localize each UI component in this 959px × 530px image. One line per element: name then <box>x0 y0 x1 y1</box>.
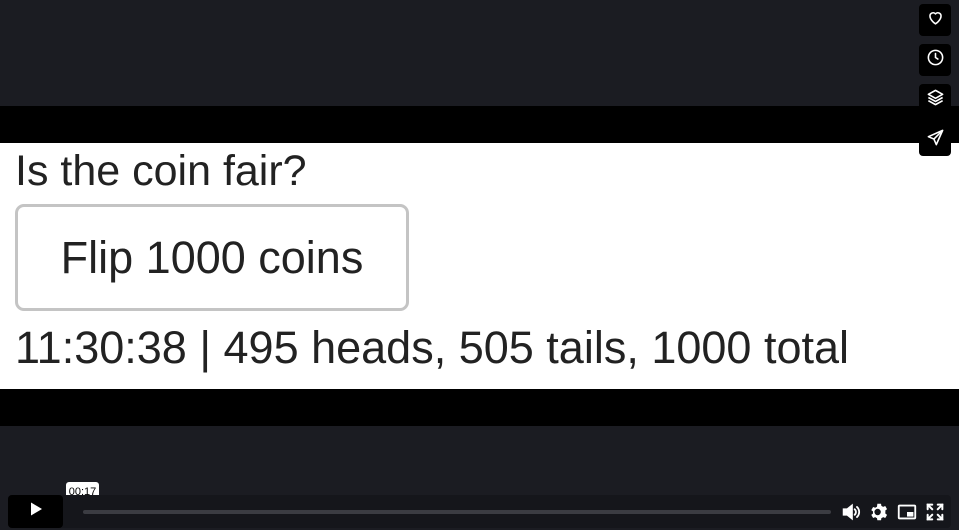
player-controls <box>8 495 951 528</box>
settings-button[interactable] <box>868 501 890 523</box>
like-button[interactable] <box>919 4 951 36</box>
watch-later-button[interactable] <box>919 44 951 76</box>
letterbox-bottom <box>0 389 959 426</box>
heart-icon <box>926 8 945 32</box>
question-heading: Is the coin fair? <box>15 147 307 195</box>
pip-button[interactable] <box>896 501 918 523</box>
send-icon <box>926 128 945 152</box>
video-frame: Is the coin fair? Flip 1000 coins 11:30:… <box>0 143 959 389</box>
fullscreen-icon <box>924 503 946 527</box>
clock-icon <box>926 48 945 72</box>
settings-icon <box>868 503 890 527</box>
volume-icon <box>840 503 862 527</box>
fullscreen-button[interactable] <box>924 501 946 523</box>
play-icon <box>28 501 44 522</box>
share-button[interactable] <box>919 124 951 156</box>
volume-button[interactable] <box>840 501 862 523</box>
result-text: 11:30:38 | 495 heads, 505 tails, 1000 to… <box>15 322 849 373</box>
layers-icon <box>926 88 945 112</box>
letterbox-top <box>0 106 959 143</box>
pip-icon <box>896 504 918 527</box>
play-button[interactable] <box>8 495 63 528</box>
progress-bar[interactable] <box>83 510 831 514</box>
flip-coins-button[interactable]: Flip 1000 coins <box>15 204 409 311</box>
collections-button[interactable] <box>919 84 951 116</box>
